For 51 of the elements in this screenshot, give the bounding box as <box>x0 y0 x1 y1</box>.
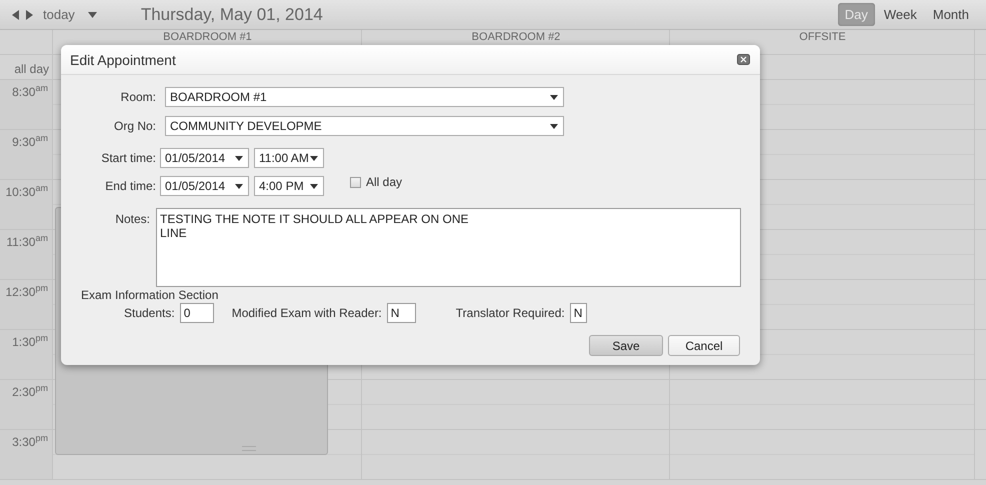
caret-icon[interactable] <box>88 12 97 18</box>
today-button[interactable]: today <box>43 7 75 22</box>
date-dropdown[interactable]: 01/05/2014 <box>160 176 249 196</box>
room-dropdown[interactable]: BOARDROOM #1 <box>165 87 564 107</box>
org-dropdown[interactable]: COMMUNITY DEVELOPME <box>165 116 564 136</box>
field-label: Modified Exam with Reader: <box>232 306 382 320</box>
date-title: Thursday, May 01, 2014 <box>140 4 323 24</box>
caret-icon <box>235 184 243 188</box>
close-icon[interactable] <box>737 54 750 65</box>
time-label: 2:30$^{pm}$ <box>0 380 53 430</box>
view-tab[interactable]: Week <box>876 3 924 26</box>
time-label: 12:30$^{pm}$ <box>0 280 53 330</box>
all-day-checkbox[interactable] <box>350 176 361 188</box>
all-day-label: all day <box>13 61 50 78</box>
column-header: BOARDROOM #2 <box>470 30 562 45</box>
field-label: Translator Required: <box>456 306 565 320</box>
column-header: OFFSITE <box>798 30 847 45</box>
time-dropdown[interactable]: 4:00 PM <box>254 176 324 196</box>
field-label: End time: <box>104 179 156 193</box>
section-title: Exam Information Section <box>81 288 218 302</box>
time-label: 8:30$^{am}$ <box>0 80 53 130</box>
time-label: 9:30$^{am}$ <box>0 130 53 180</box>
save-button[interactable]: Save <box>589 335 663 356</box>
input-field[interactable]: N <box>570 303 587 323</box>
column-header: BOARDROOM #1 <box>162 30 253 45</box>
input-field[interactable]: 0 <box>180 303 214 323</box>
time-label: 11:30$^{am}$ <box>0 230 53 280</box>
caret-icon <box>310 184 318 188</box>
checkbox-label: All day <box>366 175 402 189</box>
field-label: Start time: <box>100 151 156 165</box>
field-label: Students: <box>124 306 175 320</box>
dialog-title: Edit Appointment <box>70 52 177 68</box>
cancel-button[interactable]: Cancel <box>668 335 740 356</box>
input-field[interactable]: N <box>386 303 416 323</box>
resize-handle[interactable] <box>242 446 256 451</box>
previous-icon[interactable] <box>12 10 20 20</box>
view-tab[interactable]: Month <box>926 3 976 26</box>
caret-icon <box>235 156 243 160</box>
caret-icon <box>550 124 558 128</box>
caret-icon <box>310 156 318 160</box>
time-label: 10:30$^{am}$ <box>0 180 53 230</box>
caret-icon <box>550 94 558 100</box>
next-icon[interactable] <box>25 10 33 20</box>
field-label: Notes: <box>114 212 150 226</box>
time-label: 1:30$^{pm}$ <box>0 330 53 380</box>
date-dropdown[interactable]: 01/05/2014 <box>160 148 249 168</box>
time-dropdown[interactable]: 11:00 AM <box>254 148 324 168</box>
field-label: Org No: <box>112 119 156 133</box>
notes-field[interactable]: TESTING THE NOTE IT SHOULD ALL APPEAR ON ONE LINE <box>156 208 741 287</box>
field-label: Room: <box>120 90 156 104</box>
time-label: 3:30$^{pm}$ <box>0 430 53 480</box>
